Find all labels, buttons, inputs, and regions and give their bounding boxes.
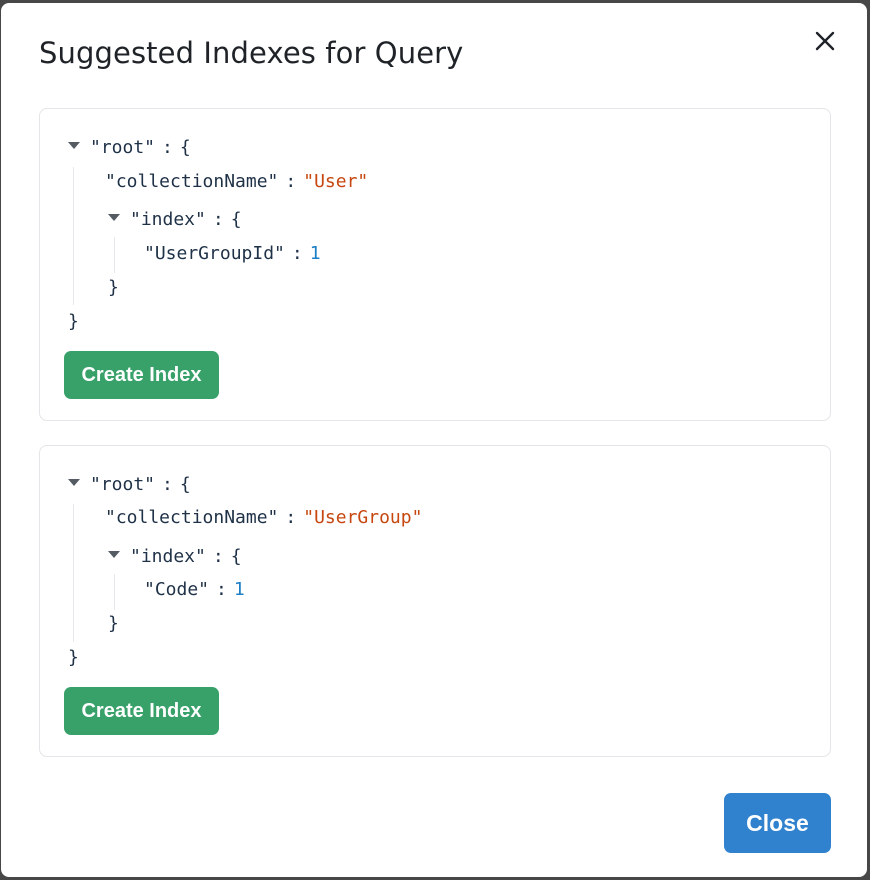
json-field-line: "UserGroupId":1: [144, 243, 321, 265]
json-root-close-line: }: [68, 647, 79, 669]
dialog-title: Suggested Indexes for Query: [39, 36, 464, 70]
json-root-close-line: }: [68, 311, 79, 333]
json-collection-line: "collectionName": "UserGroup": [105, 507, 422, 529]
json-brace: {: [230, 546, 242, 567]
json-brace: {: [179, 474, 191, 495]
collapse-caret-icon[interactable]: [68, 478, 80, 486]
json-brace: }: [68, 311, 79, 332]
json-key-field: "UserGroupId": [144, 243, 285, 264]
collapse-caret-icon[interactable]: [68, 141, 80, 149]
json-colon: :: [285, 171, 297, 192]
json-root-line: "root": {: [68, 474, 191, 496]
suggested-indexes-dialog: Suggested Indexes for Query "root":{ "co…: [1, 3, 867, 877]
json-index-close-line: }: [108, 277, 119, 299]
json-colon: :: [162, 474, 173, 495]
collapse-caret-icon[interactable]: [108, 550, 120, 558]
json-colon: :: [162, 137, 173, 158]
tree-guide-line: [73, 504, 74, 642]
json-brace: {: [179, 137, 191, 158]
index-suggestion-card: "root": { "collectionName": "User" "index"…: [39, 108, 831, 421]
json-colon: :: [291, 243, 303, 264]
json-key-collection: "collectionName": [105, 507, 279, 528]
json-collection-line: "collectionName": "User": [105, 171, 368, 193]
tree-guide-line: [114, 574, 115, 610]
json-index-close-line: }: [108, 613, 119, 635]
json-key-collection: "collectionName": [105, 171, 279, 192]
json-colon: :: [212, 209, 224, 230]
tree-guide-line: [73, 167, 74, 305]
json-brace: }: [68, 647, 79, 668]
json-brace: }: [108, 613, 119, 634]
json-key-field: "Code": [144, 579, 210, 600]
create-index-button[interactable]: Create Index: [64, 687, 219, 735]
json-colon: :: [285, 507, 297, 528]
tree-guide-line: [114, 237, 115, 273]
json-value-field: 1: [309, 243, 321, 264]
json-colon: :: [212, 546, 224, 567]
index-suggestion-card: "root":{ "collectionName": "UserGroup" "i…: [39, 445, 831, 757]
json-colon: :: [216, 579, 227, 600]
close-button[interactable]: Close: [724, 793, 831, 853]
json-root-line: "root": {: [68, 137, 191, 159]
json-value-collection: "UserGroup": [303, 507, 423, 528]
json-brace: }: [108, 277, 119, 298]
json-key-index: "index": [130, 209, 206, 230]
create-index-button[interactable]: Create Index: [64, 351, 219, 399]
json-index-line: "index": {: [108, 209, 242, 231]
collapse-caret-icon[interactable]: [108, 213, 120, 221]
json-brace: {: [230, 209, 242, 230]
json-value-collection: "User": [303, 171, 369, 192]
json-value-field: 1: [233, 579, 245, 600]
json-key-index: "index": [130, 546, 206, 567]
json-field-line: "Code":1: [144, 579, 245, 601]
json-index-line: "index": {: [108, 546, 242, 568]
json-key-root: "root": [90, 137, 156, 158]
close-icon[interactable]: [811, 27, 839, 55]
json-key-root: "root": [90, 474, 156, 495]
